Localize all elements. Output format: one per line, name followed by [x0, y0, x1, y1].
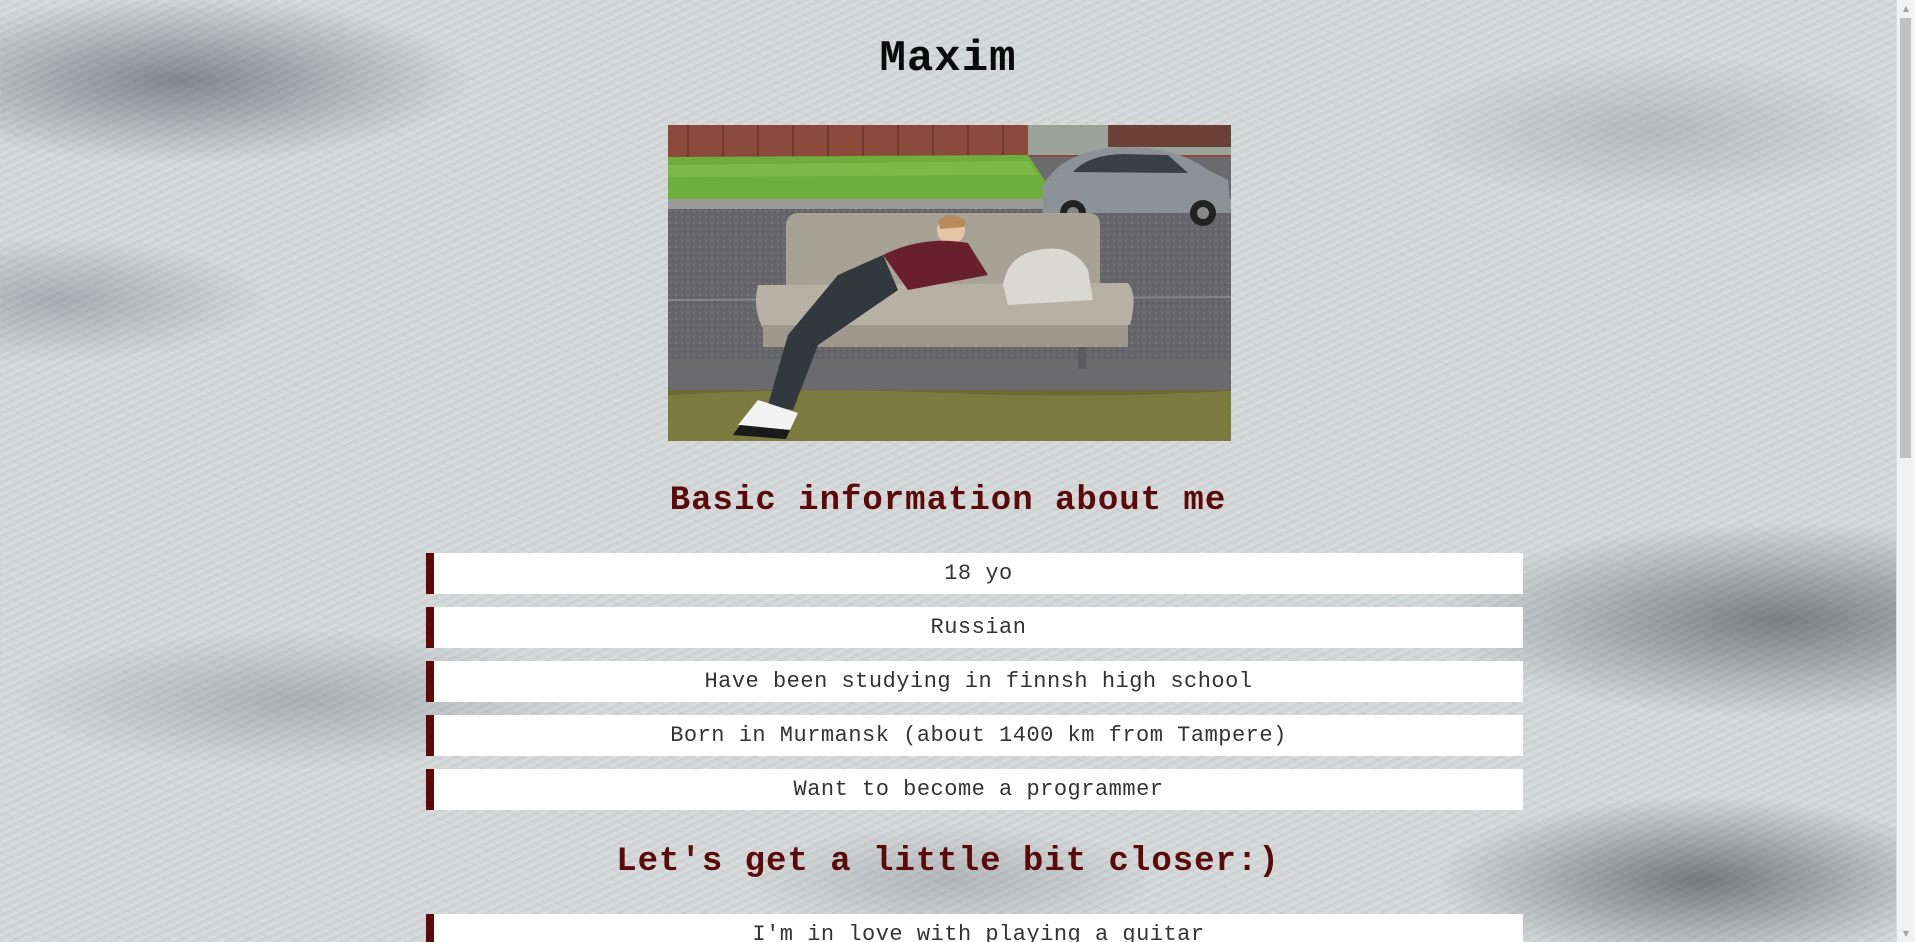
closer-info-list: I'm in love with playing a guitar: [426, 914, 1523, 942]
basic-info-heading: Basic information about me: [669, 482, 1227, 520]
list-item: 18 yo: [426, 553, 1523, 594]
list-item: Want to become a programmer: [426, 769, 1523, 810]
basic-info-list: 18 yo Russian Have been studying in finn…: [426, 553, 1523, 823]
arrow-down-icon[interactable]: ▼: [1897, 925, 1915, 942]
list-item: Have been studying in finnsh high school: [426, 661, 1523, 702]
profile-photo: [668, 125, 1231, 441]
closer-heading: Let's get a little bit closer:): [616, 843, 1280, 881]
scrollbar-thumb[interactable]: [1900, 18, 1911, 458]
list-item: I'm in love with playing a guitar: [426, 914, 1523, 942]
vertical-scrollbar[interactable]: ▲ ▼: [1896, 0, 1915, 942]
page-title: Maxim: [879, 34, 1017, 84]
list-item: Russian: [426, 607, 1523, 648]
list-item: Born in Murmansk (about 1400 km from Tam…: [426, 715, 1523, 756]
portrait-photo-icon: [668, 125, 1231, 441]
arrow-up-icon[interactable]: ▲: [1897, 0, 1915, 17]
page: Maxim Basic information about me 18 yo R…: [0, 0, 1896, 942]
